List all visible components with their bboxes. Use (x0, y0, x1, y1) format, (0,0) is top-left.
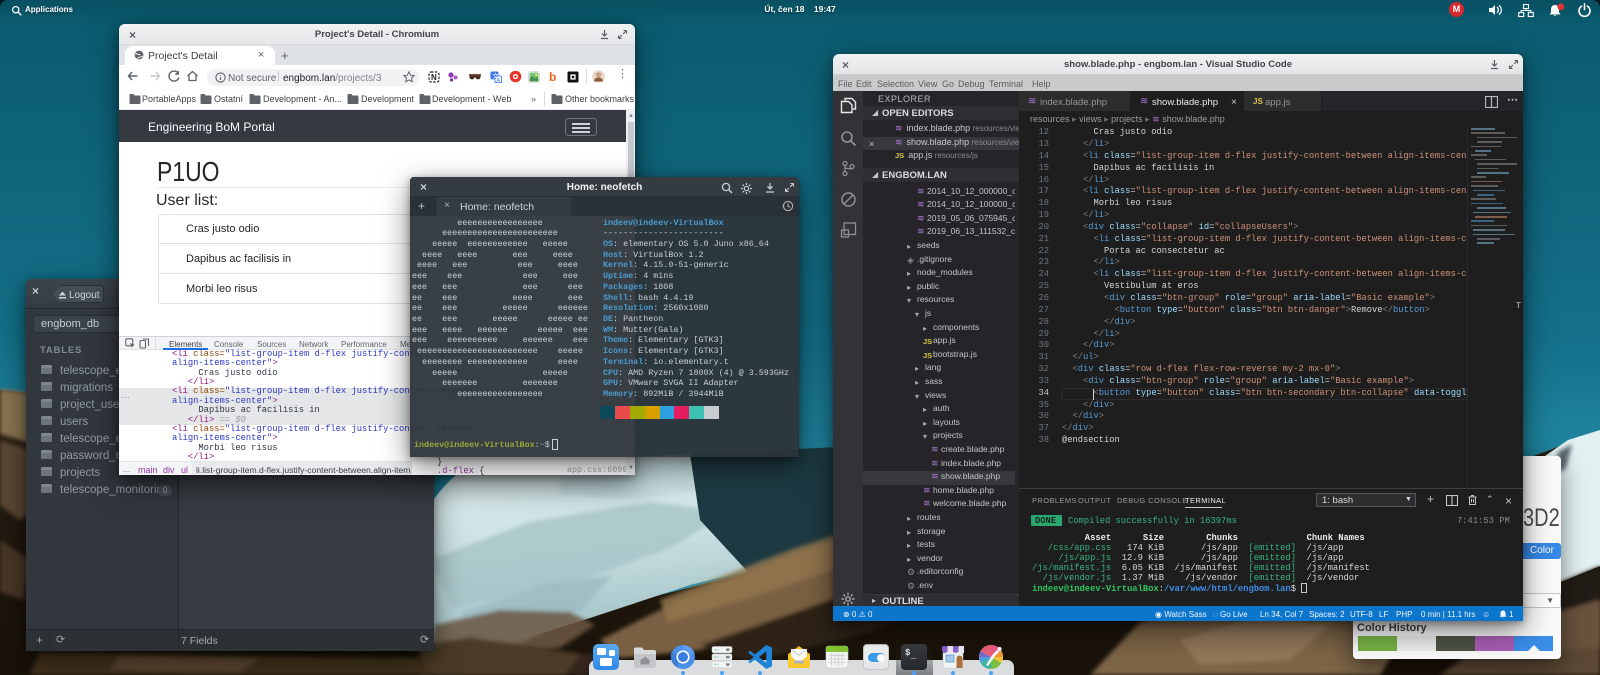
svg-text:N: N (431, 73, 437, 82)
svg-text:A: A (496, 78, 500, 83)
